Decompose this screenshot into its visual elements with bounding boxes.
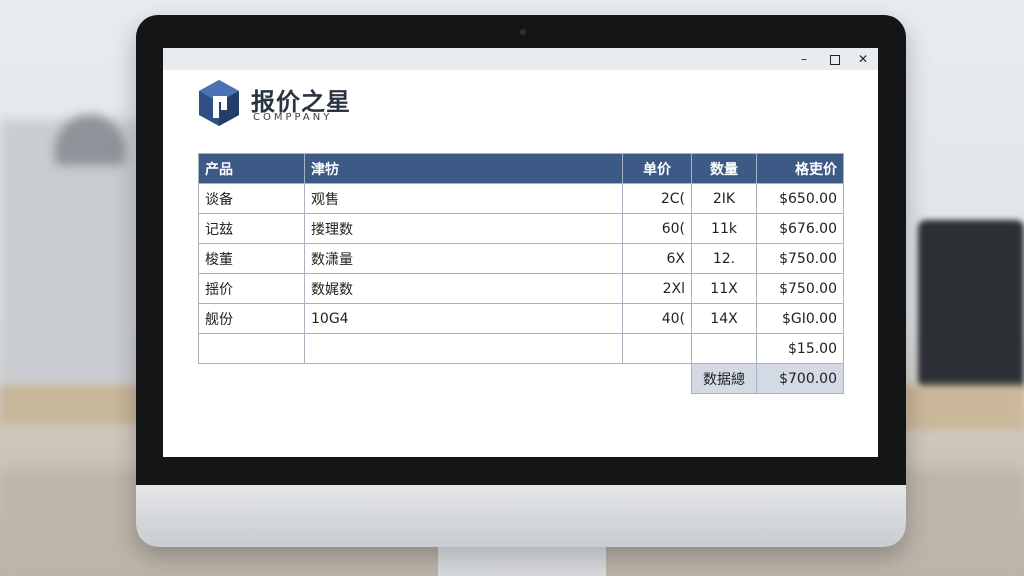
quote-table: 产品 津牥 单价 数量 格吏价 谈备 观售 2C( 2IK $650.00 记玆… bbox=[198, 153, 844, 394]
column-header-spec[interactable]: 津牥 bbox=[304, 153, 623, 184]
table-row[interactable]: 梭董 数潇量 6X 12. $750.00 bbox=[198, 243, 844, 274]
minimize-icon: – bbox=[801, 52, 807, 66]
webcam bbox=[520, 29, 526, 35]
monitor-stand bbox=[438, 547, 606, 576]
cell-unit-price[interactable]: 2C( bbox=[622, 183, 692, 214]
background-desk bbox=[0, 385, 150, 425]
maximize-icon bbox=[830, 54, 840, 65]
cell-spec[interactable]: 10G4 bbox=[304, 303, 623, 334]
cell-spec[interactable]: 观售 bbox=[304, 183, 623, 214]
cell-product[interactable]: 舰份 bbox=[198, 303, 305, 334]
cell-product[interactable]: 揺价 bbox=[198, 273, 305, 304]
company-logo-icon bbox=[199, 80, 239, 126]
total-label: 数据總 bbox=[691, 363, 757, 394]
cell-total-price[interactable]: $750.00 bbox=[756, 243, 844, 274]
empty-cell[interactable] bbox=[691, 333, 757, 364]
table-row[interactable]: 舰份 10G4 40( 14X $GI0.00 bbox=[198, 303, 844, 334]
cell-spec[interactable]: 搂理数 bbox=[304, 213, 623, 244]
empty-cell[interactable] bbox=[198, 333, 305, 364]
table-row[interactable]: 揺价 数娓数 2Xl 11X $750.00 bbox=[198, 273, 844, 304]
cell-unit-price[interactable]: 2Xl bbox=[622, 273, 692, 304]
empty-cell[interactable] bbox=[622, 333, 692, 364]
cell-quantity[interactable]: 14X bbox=[691, 303, 757, 334]
maximize-button[interactable] bbox=[824, 50, 846, 68]
close-icon: ✕ bbox=[857, 52, 869, 66]
column-header-quantity[interactable]: 数量 bbox=[691, 153, 757, 184]
cell-unit-price[interactable]: 60( bbox=[622, 213, 692, 244]
background-desk-right bbox=[900, 385, 1024, 430]
column-header-total-price[interactable]: 格吏价 bbox=[756, 153, 844, 184]
cell-quantity[interactable]: 2IK bbox=[691, 183, 757, 214]
spacer-cell bbox=[623, 364, 692, 394]
app-window: – ✕ 报价之星 COMPPANY 产品 津牥 单价 数量 格吏价 谈备 观售 … bbox=[163, 48, 878, 457]
cell-spec[interactable]: 数娓数 bbox=[304, 273, 623, 304]
cell-unit-price[interactable]: 40( bbox=[622, 303, 692, 334]
column-header-product[interactable]: 产品 bbox=[198, 153, 305, 184]
empty-cell[interactable] bbox=[304, 333, 623, 364]
spacer-cell bbox=[305, 364, 623, 394]
cell-total-price[interactable]: $650.00 bbox=[756, 183, 844, 214]
close-button[interactable]: ✕ bbox=[852, 50, 874, 68]
cell-total-price[interactable]: $750.00 bbox=[756, 273, 844, 304]
total-row: 数据總 $700.00 bbox=[199, 363, 844, 394]
table-header-row: 产品 津牥 单价 数量 格吏价 bbox=[198, 153, 844, 184]
monitor-chin bbox=[136, 485, 906, 547]
title-bar: – ✕ bbox=[163, 48, 878, 70]
column-header-unit-price[interactable]: 单价 bbox=[622, 153, 692, 184]
cell-total-price[interactable]: $GI0.00 bbox=[756, 303, 844, 334]
cell-spec[interactable]: 数潇量 bbox=[304, 243, 623, 274]
brand-subtitle: COMPPANY bbox=[253, 112, 333, 123]
cell-total-price[interactable]: $676.00 bbox=[756, 213, 844, 244]
cell-unit-price[interactable]: 6X bbox=[622, 243, 692, 274]
spacer-cell bbox=[199, 364, 305, 394]
subtotal-value[interactable]: $15.00 bbox=[756, 333, 844, 364]
minimize-button[interactable]: – bbox=[793, 50, 815, 68]
total-value[interactable]: $700.00 bbox=[756, 363, 844, 394]
cell-product[interactable]: 记玆 bbox=[198, 213, 305, 244]
table-row[interactable]: 记玆 搂理数 60( 11k $676.00 bbox=[198, 213, 844, 244]
subtotal-row: $15.00 bbox=[198, 333, 844, 364]
background-chair bbox=[918, 220, 1024, 390]
cell-product[interactable]: 梭董 bbox=[198, 243, 305, 274]
cell-product[interactable]: 谈备 bbox=[198, 183, 305, 214]
cell-quantity[interactable]: 11k bbox=[691, 213, 757, 244]
table-row[interactable]: 谈备 观售 2C( 2IK $650.00 bbox=[198, 183, 844, 214]
cell-quantity[interactable]: 12. bbox=[691, 243, 757, 274]
cell-quantity[interactable]: 11X bbox=[691, 273, 757, 304]
